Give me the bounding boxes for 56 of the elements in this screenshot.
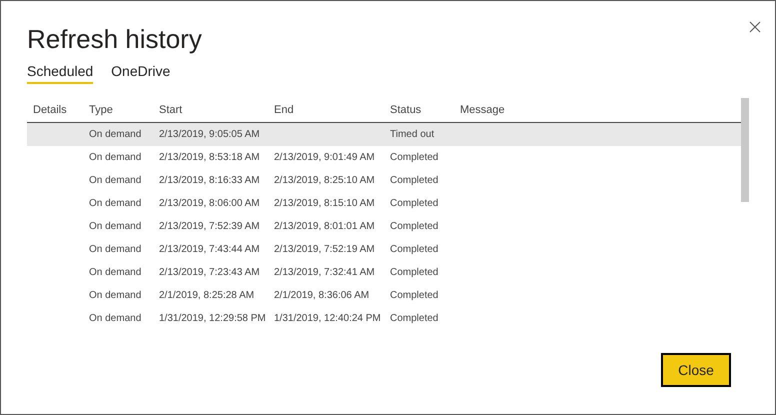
table-cell: On demand <box>89 198 142 209</box>
table-cell: 2/13/2019, 7:32:41 AM <box>274 267 375 278</box>
table-cell: Completed <box>390 244 438 255</box>
tab[interactable]: Scheduled <box>27 63 94 84</box>
table-cell: 2/13/2019, 8:53:18 AM <box>159 152 260 163</box>
table-cell: Completed <box>390 267 438 278</box>
table-cell: On demand <box>89 175 142 186</box>
table-cell: 1/31/2019, 12:29:58 PM <box>159 313 266 324</box>
dialog-title: Refresh history <box>27 23 203 56</box>
table-cell: Completed <box>390 313 438 324</box>
table-row[interactable]: On demand 2/1/2019, 8:25:28 AM 2/1/2019, 8:36:06 AM Completed <box>27 284 741 307</box>
table-cell: 2/13/2019, 9:01:49 AM <box>274 152 375 163</box>
table-cell: 2/13/2019, 8:16:33 AM <box>159 175 260 186</box>
table-cell: 1/31/2019, 12:40:24 PM <box>274 313 381 324</box>
table-cell: On demand <box>89 267 142 278</box>
column-header: Status <box>389 104 422 116</box>
table-cell: 2/13/2019, 7:52:39 AM <box>159 221 260 232</box>
table-row[interactable]: On demand 2/13/2019, 7:52:39 AM 2/13/2019, 8:01:01 AM Completed <box>27 215 741 238</box>
table-cell: On demand <box>89 129 142 140</box>
table-cell: Completed <box>390 152 438 163</box>
table-cell: 2/13/2019, 8:15:10 AM <box>274 198 375 209</box>
table-cell: 2/13/2019, 7:43:44 AM <box>159 244 260 255</box>
tab[interactable]: OneDrive <box>111 63 170 84</box>
table-cell: On demand <box>89 152 142 163</box>
table-row[interactable]: On demand 2/13/2019, 9:05:05 AM Timed out <box>27 123 741 146</box>
table-cell: On demand <box>89 244 142 255</box>
table-cell: 2/13/2019, 8:06:00 AM <box>159 198 260 209</box>
table-row[interactable]: On demand 2/13/2019, 7:43:44 AM 2/13/2019, 7:52:19 AM Completed <box>27 238 741 261</box>
column-header: Message <box>459 104 506 116</box>
table-row[interactable]: On demand 2/13/2019, 8:06:00 AM 2/13/2019, 8:15:10 AM Completed <box>27 192 741 215</box>
table-cell: Timed out <box>390 129 434 140</box>
table-cell: Completed <box>390 198 438 209</box>
table-cell: 2/13/2019, 7:23:43 AM <box>159 267 260 278</box>
table-row[interactable]: On demand 2/13/2019, 8:53:18 AM 2/13/2019, 9:01:49 AM Completed <box>27 146 741 169</box>
table-row[interactable]: On demand 2/13/2019, 7:23:43 AM 2/13/2019, 7:32:41 AM Completed <box>27 261 741 284</box>
scrollbar-thumb[interactable] <box>741 98 749 202</box>
column-header: End <box>273 104 295 116</box>
table-cell: On demand <box>89 313 142 324</box>
column-header: Details <box>32 104 68 116</box>
table-cell: 2/13/2019, 8:01:01 AM <box>274 221 375 232</box>
table-cell: 2/13/2019, 7:52:19 AM <box>274 244 375 255</box>
table-cell: On demand <box>89 221 142 232</box>
column-header: Type <box>88 104 114 116</box>
table-cell: 2/1/2019, 8:36:06 AM <box>274 290 370 301</box>
table-cell: Completed <box>390 290 438 301</box>
table-cell: Completed <box>390 175 438 186</box>
table-cell: Completed <box>390 221 438 232</box>
table-cell: On demand <box>89 290 142 301</box>
table-cell: 2/13/2019, 8:25:10 AM <box>274 175 375 186</box>
close-button[interactable]: Close <box>661 353 731 387</box>
table-row[interactable]: On demand 2/13/2019, 8:16:33 AM 2/13/2019, 8:25:10 AM Completed <box>27 169 741 192</box>
column-header: Start <box>158 104 184 116</box>
close-icon[interactable] <box>749 21 761 33</box>
table-row[interactable]: On demand 1/31/2019, 12:29:58 PM 1/31/2019, 12:40:24 PM Completed <box>27 307 741 330</box>
table-cell: 2/13/2019, 9:05:05 AM <box>159 129 260 140</box>
table-cell: 2/1/2019, 8:25:28 AM <box>159 290 254 301</box>
